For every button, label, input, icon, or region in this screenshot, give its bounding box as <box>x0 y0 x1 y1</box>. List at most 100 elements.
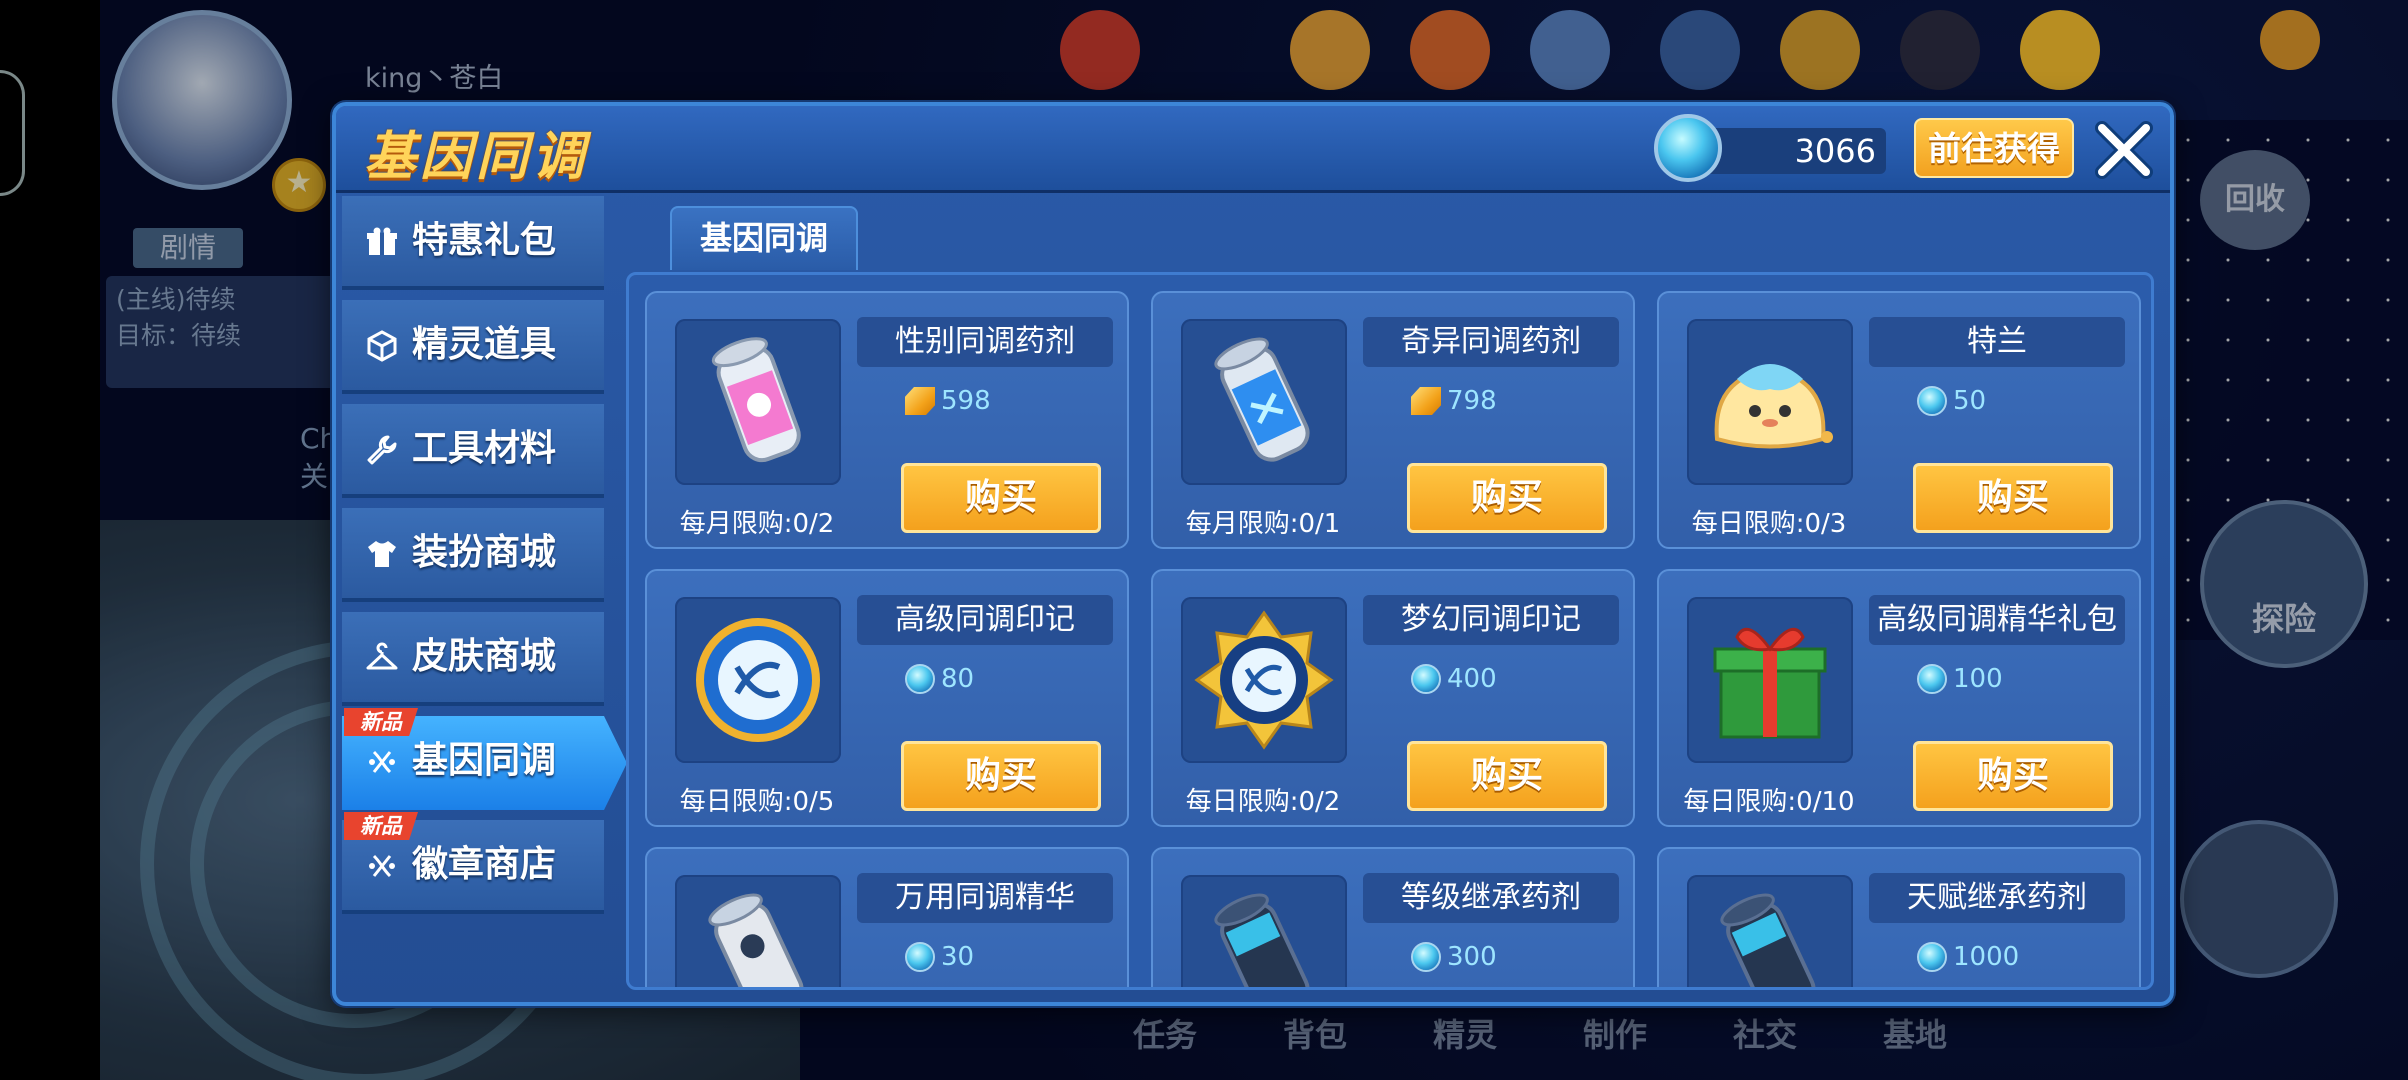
gene-orb-icon <box>905 942 935 972</box>
buy-button[interactable]: 购买 <box>901 741 1101 811</box>
go-get-button[interactable]: 前往获得 <box>1914 118 2074 178</box>
sidebar-item-label: 装扮商城 <box>412 532 557 573</box>
shop-item-card: 万用同调精华 30 <box>645 847 1129 987</box>
gene-orb-icon <box>1411 664 1441 694</box>
sidebar-item-tools[interactable]: 工具材料 <box>342 404 604 498</box>
sidebar-item-label: 精灵道具 <box>412 324 557 365</box>
item-price: 798 <box>1411 381 1497 421</box>
item-image <box>1687 319 1853 485</box>
item-price: 300 <box>1411 937 1497 977</box>
shop-item-card: 天赋继承药剂 1000 <box>1657 847 2141 987</box>
gold-gene-seal-icon <box>1194 610 1334 750</box>
gem-icon <box>1411 387 1441 415</box>
dialog-header: 基因同调 3066 前往获得 <box>336 106 2170 193</box>
price-value: 798 <box>1447 386 1497 416</box>
shop-item-card: 梦幻同调印记 400 购买 每日限购:0/2 <box>1151 569 1635 827</box>
buy-button[interactable]: 购买 <box>1913 463 2113 533</box>
item-grid: 性别同调药剂 598 购买 每月限购:0/2 奇异同调药剂 798 购买 每月限… <box>626 272 2154 990</box>
item-name: 性别同调药剂 <box>857 317 1113 367</box>
item-price: 30 <box>905 937 974 977</box>
silver-potion-icon <box>708 893 804 987</box>
tab-gene-sync[interactable]: 基因同调 <box>670 206 858 270</box>
purchase-limit: 每日限购:0/2 <box>1185 787 1341 817</box>
dark-potion-icon <box>1214 893 1310 987</box>
purchase-limit: 每日限购:0/3 <box>1691 509 1847 539</box>
gene-orb-icon <box>1411 942 1441 972</box>
item-price: 50 <box>1917 381 1986 421</box>
slime-pet-icon <box>1714 364 1833 449</box>
gem-icon <box>905 387 935 415</box>
hanger-icon <box>366 642 398 670</box>
item-price: 598 <box>905 381 991 421</box>
sidebar-item-label: 工具材料 <box>412 428 557 469</box>
item-name: 天赋继承药剂 <box>1869 873 2125 923</box>
item-image <box>1687 597 1853 763</box>
item-name: 特兰 <box>1869 317 2125 367</box>
buy-button[interactable]: 购买 <box>901 463 1101 533</box>
purchase-limit: 每月限购:0/2 <box>679 509 835 539</box>
price-value: 400 <box>1447 664 1497 694</box>
item-name: 万用同调精华 <box>857 873 1113 923</box>
shop-item-card: 特兰 50 购买 每日限购:0/3 <box>1657 291 2141 549</box>
gene-orb-icon <box>905 664 935 694</box>
sidebar-item-special-gift[interactable]: 特惠礼包 <box>342 196 604 290</box>
back-arrow-icon[interactable] <box>0 70 25 196</box>
sidebar-item-label: 基因同调 <box>412 740 557 781</box>
item-image <box>675 319 841 485</box>
item-name: 奇异同调药剂 <box>1363 317 1619 367</box>
sidebar-item-label: 特惠礼包 <box>412 220 557 261</box>
sidebar-item-outfit-shop[interactable]: 装扮商城 <box>342 508 604 602</box>
shop-dialog: 基因同调 3066 前往获得 特惠礼包 精灵道具 工具材料 装扮商城 皮肤商城 … <box>332 102 2174 1006</box>
gift-icon <box>367 227 397 255</box>
dark-potion-icon <box>1720 893 1816 987</box>
category-sidebar: 特惠礼包 精灵道具 工具材料 装扮商城 皮肤商城 基因同调 新品 徽章商店 新品 <box>342 196 627 996</box>
buy-button[interactable]: 购买 <box>1407 463 1607 533</box>
sidebar-item-label: 徽章商店 <box>412 844 557 885</box>
price-value: 1000 <box>1953 942 2020 972</box>
item-name: 梦幻同调印记 <box>1363 595 1619 645</box>
item-name: 高级同调印记 <box>857 595 1113 645</box>
sidebar-item-label: 皮肤商城 <box>412 636 557 677</box>
gene-orb-icon <box>1917 942 1947 972</box>
blue-potion-icon <box>1214 337 1310 462</box>
item-price: 400 <box>1411 659 1497 699</box>
item-price: 80 <box>905 659 974 699</box>
gene-orb-icon <box>1917 386 1947 416</box>
new-badge: 新品 <box>344 812 418 840</box>
shop-item-card: 等级继承药剂 300 <box>1151 847 1635 987</box>
gift-box-icon <box>1713 627 1827 739</box>
price-value: 50 <box>1953 386 1987 416</box>
pink-potion-icon <box>711 337 801 463</box>
shop-item-card: 性别同调药剂 598 购买 每月限购:0/2 <box>645 291 1129 549</box>
price-value: 100 <box>1953 664 2003 694</box>
cube-icon <box>367 330 397 362</box>
new-badge: 新品 <box>344 708 418 736</box>
dialog-title: 基因同调 <box>364 127 589 187</box>
price-value: 598 <box>941 386 991 416</box>
item-name: 高级同调精华礼包 <box>1869 595 2125 645</box>
buy-button[interactable]: 购买 <box>1407 741 1607 811</box>
gene-seal-icon <box>696 618 820 742</box>
item-price: 100 <box>1917 659 2003 699</box>
currency-value: 3066 <box>1794 132 1876 170</box>
price-value: 300 <box>1447 942 1497 972</box>
purchase-limit: 每日限购:0/5 <box>679 787 835 817</box>
close-icon[interactable] <box>2094 120 2154 180</box>
item-price: 1000 <box>1917 937 2019 977</box>
item-image <box>1181 597 1347 763</box>
shop-item-card: 奇异同调药剂 798 购买 每月限购:0/1 <box>1151 291 1635 549</box>
item-image <box>675 875 841 987</box>
sidebar-item-pet-items[interactable]: 精灵道具 <box>342 300 604 394</box>
sidebar-item-skin-shop[interactable]: 皮肤商城 <box>342 612 604 706</box>
purchase-limit: 每月限购:0/1 <box>1185 509 1341 539</box>
buy-button[interactable]: 购买 <box>1913 741 2113 811</box>
price-value: 80 <box>941 664 975 694</box>
price-value: 30 <box>941 942 975 972</box>
purchase-limit: 每日限购:0/10 <box>1683 787 1855 817</box>
item-image <box>1687 875 1853 987</box>
item-image <box>1181 319 1347 485</box>
gene-orb-icon <box>1917 664 1947 694</box>
item-name: 等级继承药剂 <box>1363 873 1619 923</box>
gene-icon <box>369 750 395 774</box>
item-image <box>1181 875 1347 987</box>
